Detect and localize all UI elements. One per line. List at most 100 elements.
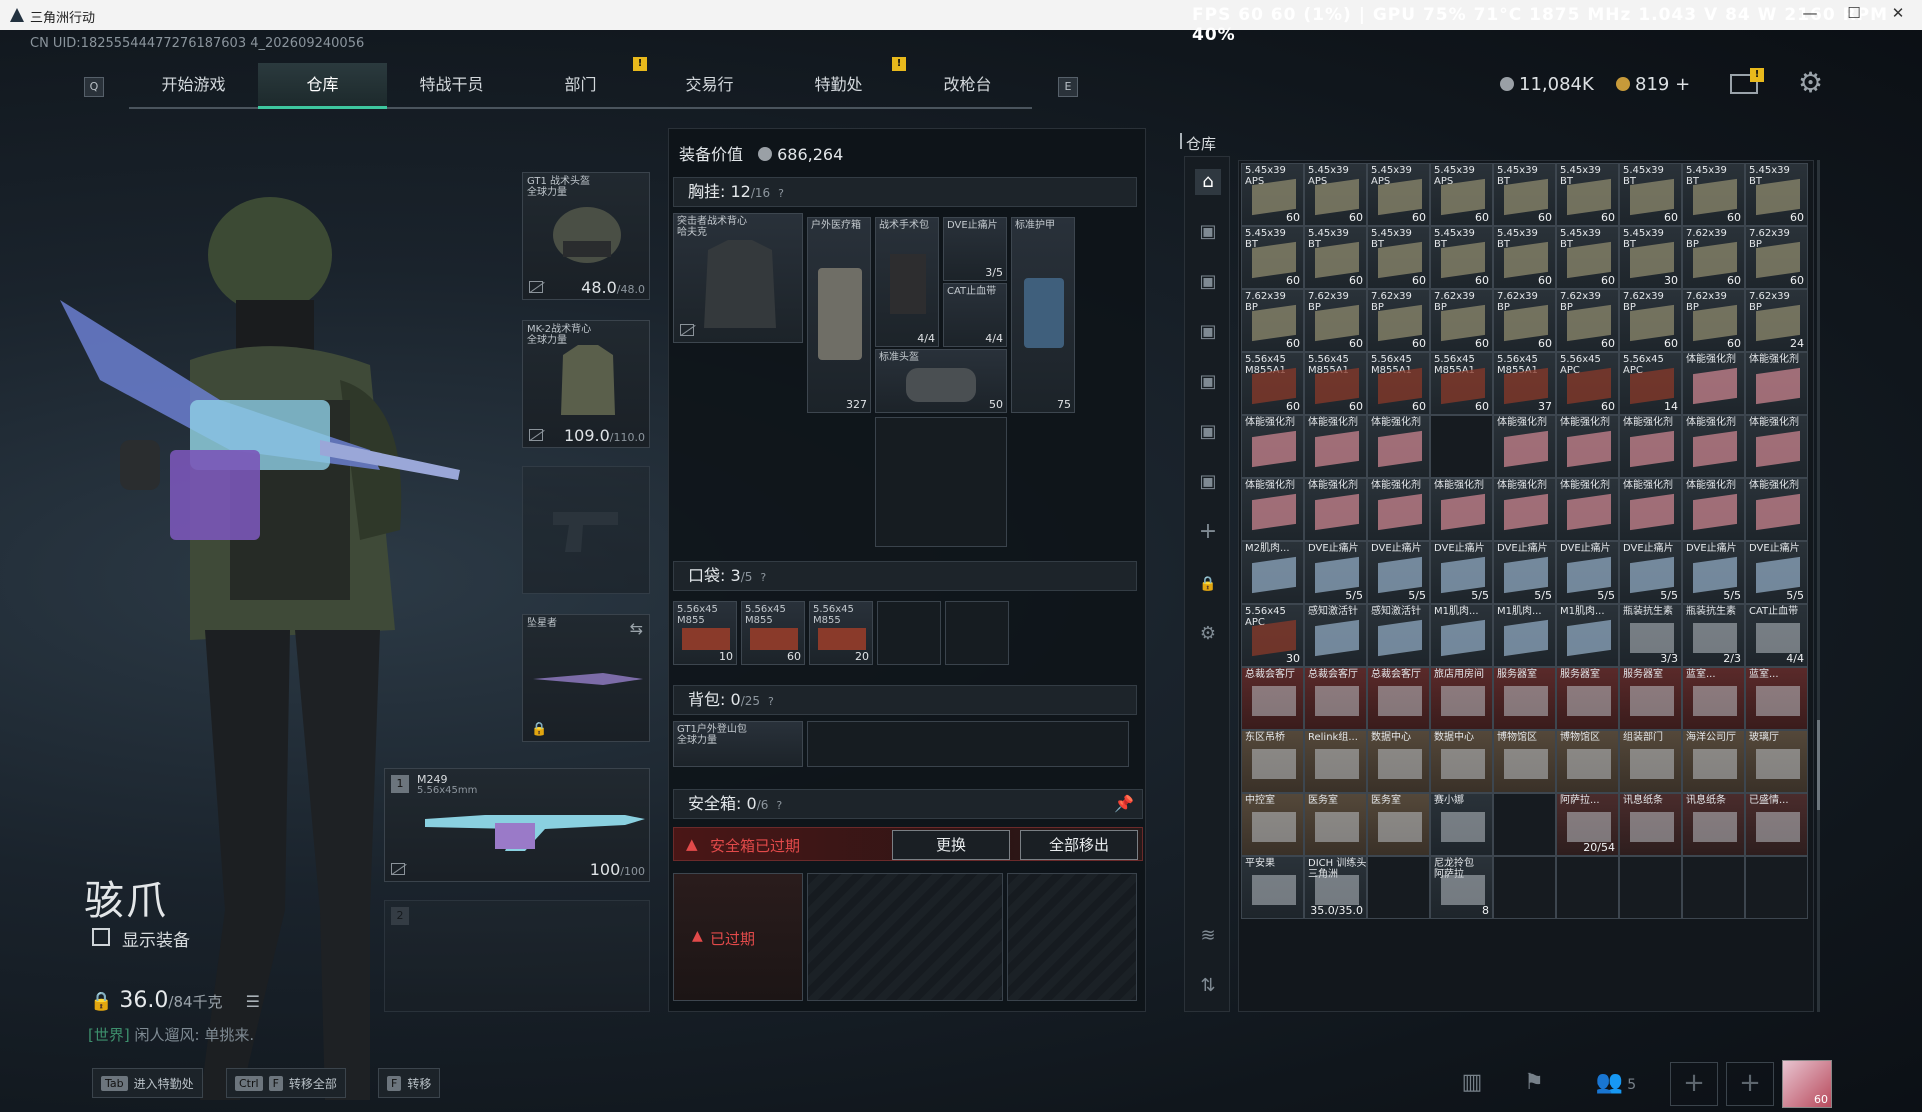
- pocket-ammo-3[interactable]: 5.56x45 M855 20: [809, 601, 873, 665]
- warehouse-item[interactable]: 5.45x39 BT 30: [1619, 226, 1682, 289]
- chest-empty-slot[interactable]: [875, 417, 1007, 547]
- warehouse-item[interactable]: 5.45x39 BT 60: [1493, 163, 1556, 226]
- warehouse-item[interactable]: 体能强化剂: [1619, 415, 1682, 478]
- warehouse-item[interactable]: 5.45x39 BT 60: [1241, 226, 1304, 289]
- warehouse-item[interactable]: 总裁会客厅: [1367, 667, 1430, 730]
- pocket-ammo-2[interactable]: 5.56x45 M855 60: [741, 601, 805, 665]
- tab-trading[interactable]: 交易行: [645, 63, 774, 109]
- warehouse-item[interactable]: 体能强化剂: [1682, 478, 1745, 541]
- warehouse-item[interactable]: 旅店用房间: [1430, 667, 1493, 730]
- pocket-empty-slot[interactable]: [945, 601, 1009, 665]
- warehouse-empty-slot[interactable]: [1745, 856, 1808, 919]
- tab-start-game[interactable]: 开始游戏: [129, 63, 258, 109]
- warehouse-item[interactable]: 服务器室: [1556, 667, 1619, 730]
- warehouse-item[interactable]: 组装部门: [1619, 730, 1682, 793]
- warehouse-item[interactable]: 尼龙拎包 阿萨拉8: [1430, 856, 1493, 919]
- warehouse-item[interactable]: 7.62x39 BP 60: [1304, 289, 1367, 352]
- warehouse-item[interactable]: 感知激活针: [1367, 604, 1430, 667]
- pocket-empty-slot[interactable]: [877, 601, 941, 665]
- warehouse-item[interactable]: 5.45x39 BT 60: [1493, 226, 1556, 289]
- transfer-hint[interactable]: F 转移: [378, 1068, 441, 1098]
- pistol-slot-empty[interactable]: [522, 466, 650, 594]
- pin-icon[interactable]: 📌: [1114, 790, 1134, 818]
- add-squad-slot-button[interactable]: +: [1670, 1062, 1718, 1106]
- item-painkiller[interactable]: DVE止痛片 3/5: [943, 217, 1007, 281]
- warehouse-item[interactable]: 5.45x39 BT 60: [1745, 163, 1808, 226]
- warehouse-item[interactable]: 5.56x45 M855A1 60: [1430, 352, 1493, 415]
- warehouse-item[interactable]: 5.45x39 BT 60: [1304, 226, 1367, 289]
- warehouse-item[interactable]: 5.56x45 M855A1 37: [1493, 352, 1556, 415]
- warehouse-item[interactable]: M2肌肉...: [1241, 541, 1304, 604]
- warehouse-item[interactable]: CAT止血带 4/4: [1745, 604, 1808, 667]
- warehouse-tab-4[interactable]: ▣: [1195, 369, 1221, 395]
- warehouse-all-tab-icon[interactable]: ⌂: [1195, 169, 1221, 195]
- warehouse-item[interactable]: 体能强化剂: [1745, 415, 1808, 478]
- warehouse-item[interactable]: 7.62x39 BP 60: [1430, 289, 1493, 352]
- warehouse-item[interactable]: 蓝室...: [1682, 667, 1745, 730]
- warehouse-item[interactable]: DICH 训练头盔 三角洲35.0/35.0: [1304, 856, 1367, 919]
- warehouse-item[interactable]: 玻璃厅: [1745, 730, 1808, 793]
- warehouse-empty-slot[interactable]: [1493, 856, 1556, 919]
- replace-safebox-button[interactable]: 更换: [892, 830, 1010, 860]
- warehouse-item[interactable]: 中控室: [1241, 793, 1304, 856]
- warehouse-item[interactable]: 体能强化剂: [1304, 415, 1367, 478]
- show-equipment-checkbox[interactable]: [92, 928, 110, 946]
- warehouse-item[interactable]: 5.56x45 M855A1 60: [1367, 352, 1430, 415]
- warehouse-item[interactable]: 5.45x39 APS 60: [1241, 163, 1304, 226]
- warehouse-item[interactable]: 体能强化剂: [1745, 352, 1808, 415]
- warehouse-item[interactable]: 5.45x39 BT 60: [1556, 163, 1619, 226]
- warehouse-item[interactable]: DVE止痛片 5/5: [1493, 541, 1556, 604]
- warehouse-item[interactable]: 体能强化剂: [1556, 415, 1619, 478]
- warehouse-item[interactable]: 5.56x45 APC 30: [1241, 604, 1304, 667]
- warehouse-tab-5[interactable]: ▣: [1195, 419, 1221, 445]
- transfer-all-hint[interactable]: Ctrl F 转移全部: [226, 1068, 346, 1098]
- warehouse-tab-1[interactable]: ▣: [1195, 219, 1221, 245]
- add-squad-slot-button[interactable]: +: [1726, 1062, 1774, 1106]
- warehouse-item[interactable]: 医务室: [1367, 793, 1430, 856]
- warehouse-item[interactable]: 5.56x45 M855A1 60: [1241, 352, 1304, 415]
- warehouse-empty-slot[interactable]: [1367, 856, 1430, 919]
- warehouse-empty-slot[interactable]: [1430, 415, 1493, 478]
- currency-premium[interactable]: 819 +: [1616, 74, 1690, 95]
- warehouse-item[interactable]: 体能强化剂: [1367, 478, 1430, 541]
- warehouse-item[interactable]: 平安果: [1241, 856, 1304, 919]
- tab-department[interactable]: 部门: [516, 63, 645, 109]
- world-chat-line[interactable]: [世界] 闲人遛风: 单挑来.: [88, 1024, 254, 1045]
- settings-gear-icon[interactable]: ⚙: [1798, 66, 1823, 99]
- add-tab-icon[interactable]: +: [1195, 519, 1221, 545]
- warehouse-empty-slot[interactable]: [1556, 856, 1619, 919]
- backpack-slot[interactable]: GT1户外登山包 全球力量: [673, 721, 803, 767]
- settings-gear-icon[interactable]: ⚙: [1195, 621, 1221, 647]
- warehouse-item[interactable]: DVE止痛片 5/5: [1619, 541, 1682, 604]
- lock-icon[interactable]: 🔒: [1195, 571, 1221, 597]
- nav-next-key[interactable]: E: [1058, 77, 1078, 97]
- armor-slot[interactable]: MK-2战术背心 全球力量 109.0/110.0: [522, 320, 650, 448]
- warehouse-empty-slot[interactable]: [1493, 793, 1556, 856]
- item-med-kit[interactable]: 户外医疗箱 327: [807, 217, 871, 413]
- warehouse-item[interactable]: 海洋公司厅: [1682, 730, 1745, 793]
- warehouse-item[interactable]: 7.62x39 BP 60: [1241, 289, 1304, 352]
- warehouse-item[interactable]: 赛小娜: [1430, 793, 1493, 856]
- warehouse-item[interactable]: DVE止痛片 5/5: [1682, 541, 1745, 604]
- warehouse-item[interactable]: 7.62x39 BP 60: [1682, 226, 1745, 289]
- warehouse-item[interactable]: 体能强化剂: [1556, 478, 1619, 541]
- warehouse-item[interactable]: 7.62x39 BP 60: [1493, 289, 1556, 352]
- maximize-button[interactable]: ☐: [1834, 4, 1874, 22]
- item-tourniquet[interactable]: CAT止血带 4/4: [943, 283, 1007, 347]
- warehouse-item[interactable]: 7.62x39 BP 60: [1556, 289, 1619, 352]
- secondary-weapon-slot[interactable]: 2: [384, 900, 650, 1012]
- warehouse-item[interactable]: 5.56x45 APC 14: [1619, 352, 1682, 415]
- warehouse-item[interactable]: 7.62x39 BP 60: [1619, 289, 1682, 352]
- warehouse-item[interactable]: DVE止痛片 5/5: [1304, 541, 1367, 604]
- warehouse-item[interactable]: 体能强化剂: [1304, 478, 1367, 541]
- warehouse-item[interactable]: 5.45x39 BT 60: [1367, 226, 1430, 289]
- tab-operators[interactable]: 特战干员: [387, 63, 516, 109]
- list-icon[interactable]: ☰: [246, 992, 260, 1011]
- warehouse-item[interactable]: 体能强化剂: [1241, 478, 1304, 541]
- warehouse-item[interactable]: 讯息纸条: [1682, 793, 1745, 856]
- primary-weapon-slot[interactable]: 1 M249 5.56x45mm 100/100: [384, 768, 650, 882]
- warehouse-item[interactable]: 体能强化剂: [1430, 478, 1493, 541]
- warehouse-tab-3[interactable]: ▣: [1195, 319, 1221, 345]
- enter-special-ops-hint[interactable]: Tab 进入特勤处: [92, 1068, 203, 1098]
- warehouse-tab-6[interactable]: ▣: [1195, 469, 1221, 495]
